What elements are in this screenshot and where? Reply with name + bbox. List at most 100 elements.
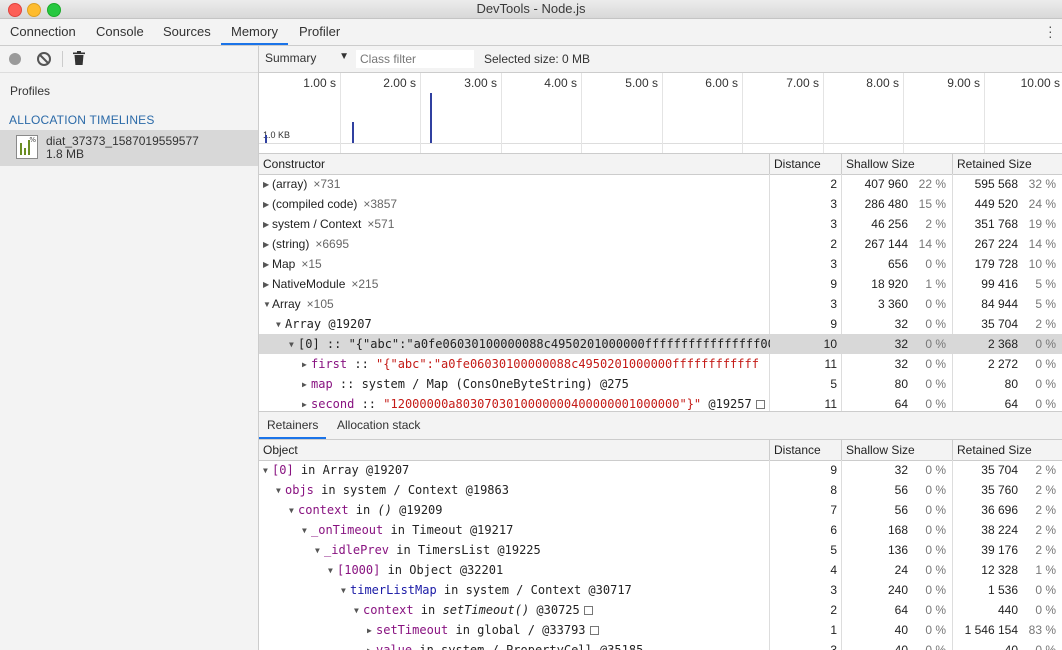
view-select[interactable]: Summary ▼ <box>265 51 349 65</box>
retained-size-percent: 2 % <box>1035 483 1056 497</box>
table-row[interactable]: ▶ (compiled code) ×3857 3 286 480 15 % 449 520… <box>259 194 1062 214</box>
col-shallow-size[interactable]: Shallow Size <box>842 154 953 174</box>
table-row[interactable]: ▼ objs in system / Context @19863 8 56 0 % 35… <box>259 480 1062 500</box>
retained-size-value: 1 546 154 <box>964 623 1018 637</box>
row-name-segment: in <box>413 603 443 617</box>
table-row[interactable]: ▶ (string) ×6695 2 267 144 14 % 267 224 14 % <box>259 234 1062 254</box>
shallow-size-value: 286 480 <box>864 197 908 211</box>
table-row[interactable]: ▼ _idlePrev in TimersList @19225 5 136 0 % 39… <box>259 540 1062 560</box>
table-row[interactable]: ▶ (array) ×731 2 407 960 22 % 595 568 32 % <box>259 174 1062 194</box>
shallow-size-value: 168 <box>887 523 908 537</box>
profile-chart-icon: % <box>16 135 38 159</box>
table-row[interactable]: ▶ setTimeout in global / @33793 1 40 0 % 1 54… <box>259 620 1062 640</box>
timeline-gridline <box>984 73 985 153</box>
class-filter-input[interactable] <box>356 50 474 68</box>
table-row[interactable]: ▼ Array @19207 9 32 0 % 35 704 2 % <box>259 314 1062 334</box>
timeline-gridline <box>501 73 502 153</box>
timeline-tick-label: 10.00 s <box>1020 76 1060 90</box>
expanded-triangle-icon[interactable]: ▼ <box>328 561 337 581</box>
row-name-segment: NativeModule <box>272 277 346 291</box>
clear-icon[interactable] <box>37 52 51 66</box>
tab-console[interactable]: Console <box>86 19 154 45</box>
collapsed-triangle-icon[interactable]: ▶ <box>302 395 311 412</box>
retained-size-value: 179 728 <box>974 257 1018 271</box>
distance-cell: 2 <box>830 603 837 617</box>
expanded-triangle-icon[interactable]: ▼ <box>263 295 272 314</box>
table-row[interactable]: ▼Array ×105 3 3 360 0 % 84 944 5 % <box>259 294 1062 314</box>
expanded-triangle-icon[interactable]: ▼ <box>354 601 363 621</box>
tab-memory[interactable]: Memory <box>221 19 288 45</box>
row-name-cell: ▶ NativeModule ×215 <box>259 274 770 294</box>
table-row[interactable]: ▶ value in system / PropertyCell @35185 3 4… <box>259 640 1062 650</box>
col-distance[interactable]: Distance <box>770 440 842 460</box>
table-row[interactable]: ▶ second :: "12000000a8030703010000000400… <box>259 394 1062 411</box>
expanded-triangle-icon[interactable]: ▼ <box>315 541 324 561</box>
retained-size-cell: 2 272 0 % <box>953 354 1062 374</box>
expanded-triangle-icon[interactable]: ▼ <box>289 335 298 355</box>
trash-icon[interactable] <box>73 51 85 65</box>
col-distance[interactable]: Distance <box>770 154 842 174</box>
collapsed-triangle-icon[interactable]: ▶ <box>263 175 272 194</box>
table-row[interactable]: ▶ first :: "{"abc":"a0fe06030100000088c49… <box>259 354 1062 374</box>
table-row[interactable]: ▼ [1000] in Object @32201 4 24 0 % 12 328 1 % <box>259 560 1062 580</box>
expanded-triangle-icon[interactable]: ▼ <box>302 521 311 541</box>
reveal-source-icon[interactable] <box>583 606 593 615</box>
reveal-source-icon[interactable] <box>755 400 765 409</box>
more-options-icon[interactable]: · · · <box>1048 19 1053 43</box>
table-row[interactable]: ▼ [0] in Array @19207 9 32 0 % 35 704 2 % <box>259 460 1062 480</box>
table-row[interactable]: ▼ _onTimeout in Timeout @19217 6 168 0 % 38 2… <box>259 520 1062 540</box>
distance-cell: 4 <box>830 563 837 577</box>
collapsed-triangle-icon[interactable]: ▶ <box>263 275 272 294</box>
allocation-timeline[interactable]: 1.0 KB 1.00 s 2.00 s 3.00 s 4.00 s 5.00 s 6.0… <box>259 73 1062 154</box>
collapsed-triangle-icon[interactable]: ▶ <box>302 375 311 395</box>
allocation-bar[interactable] <box>430 93 432 143</box>
col-object[interactable]: Object <box>259 440 770 460</box>
tab-connection[interactable]: Connection <box>0 19 86 45</box>
row-name-segment: "{"abc":"a0fe06030100000088c495020100000… <box>376 357 759 371</box>
table-row[interactable]: ▶ NativeModule ×215 9 18 920 1 % 99 416 5 % <box>259 274 1062 294</box>
table-row[interactable]: ▼ timerListMap in system / Context @30717… <box>259 580 1062 600</box>
zoom-window-button[interactable] <box>47 3 61 17</box>
retained-size-percent: 2 % <box>1035 503 1056 517</box>
table-row[interactable]: ▶ system / Context ×571 3 46 256 2 % 351 768 19… <box>259 214 1062 234</box>
shallow-size-cell: 3 360 0 % <box>842 294 952 314</box>
table-row[interactable]: ▼ [0] :: "{"abc":"a0fe06030100000088c4950… <box>259 334 1062 354</box>
expanded-triangle-icon[interactable]: ▼ <box>289 501 298 521</box>
retained-size-value: 12 328 <box>981 563 1018 577</box>
profile-item[interactable]: % diat_37373_1587019559577 1.8 MB <box>0 130 258 166</box>
row-name-segment: in system / Context @19863 <box>313 483 509 497</box>
table-row[interactable]: ▼ context in setTimeout() @30725 2 64 0 % 440… <box>259 600 1062 620</box>
collapsed-triangle-icon[interactable]: ▶ <box>263 235 272 254</box>
table-row[interactable]: ▼ context in () @19209 7 56 0 % 36 696 2 % <box>259 500 1062 520</box>
expanded-triangle-icon[interactable]: ▼ <box>263 461 272 481</box>
distance-cell: 3 <box>830 217 837 231</box>
reveal-source-icon[interactable] <box>589 626 599 635</box>
shallow-size-value: 24 <box>894 563 908 577</box>
col-retained-size[interactable]: Retained Size <box>953 440 1062 460</box>
timeline-gridline <box>742 73 743 153</box>
tab-profiler[interactable]: Profiler <box>289 19 350 45</box>
tab-retainers[interactable]: Retainers <box>259 412 327 439</box>
expanded-triangle-icon[interactable]: ▼ <box>276 481 285 501</box>
allocation-bar[interactable] <box>265 135 267 143</box>
expanded-triangle-icon[interactable]: ▼ <box>341 581 350 601</box>
collapsed-triangle-icon[interactable]: ▶ <box>367 641 376 650</box>
col-shallow-size[interactable]: Shallow Size <box>842 440 953 460</box>
col-retained-size[interactable]: Retained Size <box>953 154 1062 174</box>
record-icon[interactable] <box>9 53 21 65</box>
collapsed-triangle-icon[interactable]: ▶ <box>263 195 272 214</box>
collapsed-triangle-icon[interactable]: ▶ <box>302 355 311 375</box>
col-constructor[interactable]: Constructor <box>259 154 770 174</box>
expanded-triangle-icon[interactable]: ▼ <box>276 315 285 335</box>
close-window-button[interactable] <box>8 3 22 17</box>
minimize-window-button[interactable] <box>27 3 41 17</box>
tab-sources[interactable]: Sources <box>153 19 221 45</box>
tab-allocation-stack[interactable]: Allocation stack <box>329 412 428 439</box>
collapsed-triangle-icon[interactable]: ▶ <box>263 215 272 234</box>
collapsed-triangle-icon[interactable]: ▶ <box>263 255 272 274</box>
table-row[interactable]: ▶ Map ×15 3 656 0 % 179 728 10 % <box>259 254 1062 274</box>
collapsed-triangle-icon[interactable]: ▶ <box>367 621 376 641</box>
table-row[interactable]: ▶ map :: system / Map (ConsOneByteString)… <box>259 374 1062 394</box>
allocation-bar[interactable] <box>352 122 354 143</box>
selected-size: Selected size: 0 MB <box>484 52 591 66</box>
